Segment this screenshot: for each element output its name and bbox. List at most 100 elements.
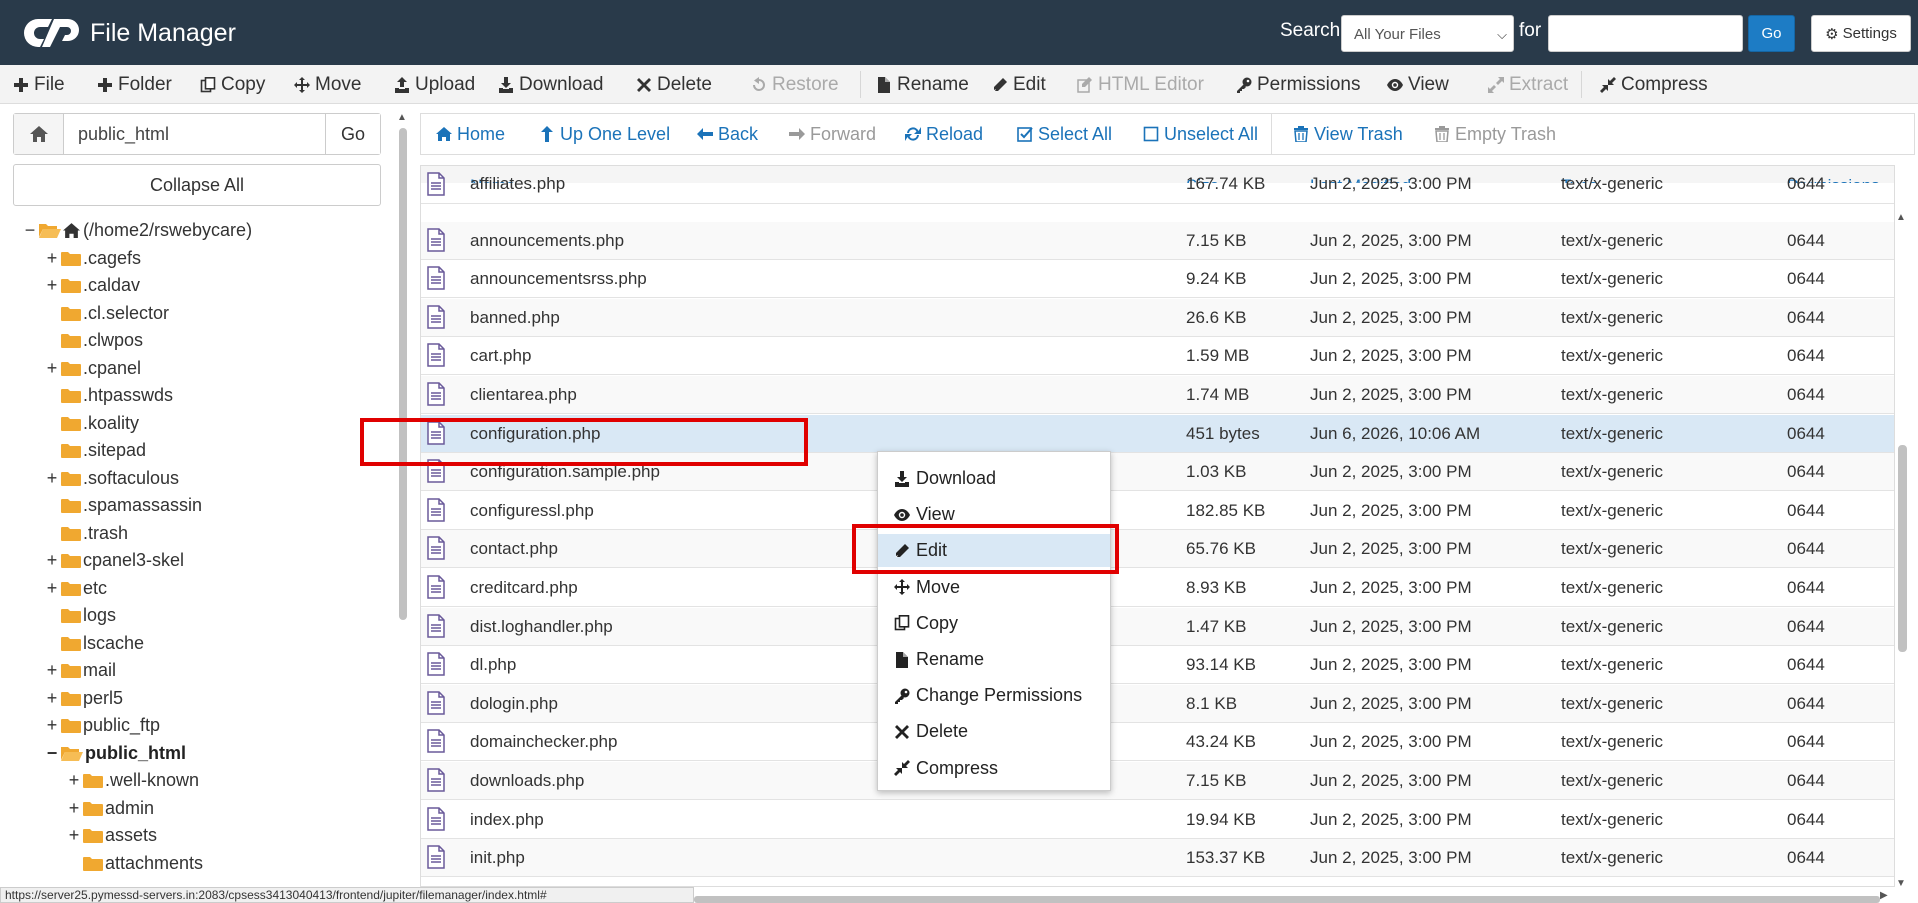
expand-icon[interactable]: +: [67, 798, 81, 819]
tree-item-spamassassin[interactable]: .spamassassin: [45, 492, 202, 519]
nav-up-one-level-button[interactable]: Up One Level: [539, 114, 670, 154]
left-scrollbar-thumb[interactable]: [399, 128, 407, 620]
search-input[interactable]: [1548, 15, 1743, 52]
expand-icon[interactable]: +: [45, 578, 59, 599]
expand-icon[interactable]: +: [45, 275, 59, 296]
tree-item-logs[interactable]: logs: [45, 602, 116, 629]
expand-icon[interactable]: +: [45, 468, 59, 489]
scroll-right-icon[interactable]: ▶: [1880, 890, 1888, 901]
collapse-icon[interactable]: −: [23, 220, 37, 241]
tree-item-perl5[interactable]: + perl5: [45, 685, 123, 712]
context-menu-rename[interactable]: Rename: [878, 643, 1110, 676]
scroll-up-icon[interactable]: ▲: [397, 112, 407, 123]
expand-icon[interactable]: +: [45, 715, 59, 736]
file-icon: [427, 498, 445, 522]
collapse-icon[interactable]: −: [45, 743, 59, 764]
expand-icon[interactable]: +: [45, 358, 59, 379]
context-menu-download[interactable]: Download: [878, 462, 1110, 495]
expand-icon[interactable]: +: [45, 248, 59, 269]
file-list-scrollbar-thumb[interactable]: [1898, 445, 1907, 652]
tree-item-label: public_ftp: [83, 715, 161, 735]
expand-icon[interactable]: +: [45, 550, 59, 571]
tree-item-htpasswds[interactable]: .htpasswds: [45, 382, 173, 409]
nav-unselect-all-button[interactable]: Unselect All: [1143, 114, 1258, 154]
toolbar-edit-button[interactable]: Edit: [992, 65, 1046, 104]
path-input[interactable]: public_html: [64, 114, 325, 154]
toolbar-permissions-button[interactable]: Permissions: [1236, 65, 1360, 104]
table-row[interactable]: domainchecker.php 43.24 KB Jun 2, 2025, 3:…: [421, 723, 1894, 762]
search-go-button[interactable]: Go: [1748, 15, 1795, 52]
table-row[interactable]: dl.php 93.14 KB Jun 2, 2025, 3:00 PM text/x…: [421, 646, 1894, 685]
table-row[interactable]: creditcard.php 8.93 KB Jun 2, 2025, 3:00 P…: [421, 569, 1894, 607]
tree-item-public-ftp[interactable]: + public_ftp: [45, 712, 160, 739]
tree-item-mail[interactable]: + mail: [45, 657, 116, 684]
table-row[interactable]: cart.php 1.59 MB Jun 2, 2025, 3:00 PM text/…: [421, 337, 1894, 376]
context-menu-delete[interactable]: Delete: [878, 715, 1110, 748]
tree-item-label: admin: [105, 797, 155, 818]
tree-item-etc[interactable]: + etc: [45, 575, 107, 602]
table-row[interactable]: dist.loghandler.php 1.47 KB Jun 2, 2025, 3…: [421, 607, 1894, 646]
tree-item-sitepad[interactable]: .sitepad: [45, 437, 146, 464]
tree-item-clwpos[interactable]: .clwpos: [45, 327, 143, 354]
table-row[interactable]: init.php 153.37 KB Jun 2, 2025, 3:00 PM tex…: [421, 839, 1894, 878]
scroll-up-icon[interactable]: ▲: [1896, 212, 1906, 223]
cpanel-logo[interactable]: File Manager: [24, 14, 236, 52]
tree-item-cl-selector[interactable]: .cl.selector: [45, 300, 169, 327]
nav-reload-button[interactable]: Reload: [905, 114, 983, 154]
tree-item-koality[interactable]: .koality: [45, 410, 139, 437]
tree-item-public-html[interactable]: − public_html: [45, 740, 186, 767]
tree-item-cagefs[interactable]: + .cagefs: [45, 245, 141, 272]
tree-item-admin[interactable]: + admin: [67, 795, 154, 822]
table-row[interactable]: announcementsrss.php 9.24 KB Jun 2, 2025, …: [421, 260, 1894, 299]
expand-icon[interactable]: +: [45, 688, 59, 709]
table-row[interactable]: dologin.php 8.1 KB Jun 2, 2025, 3:00 PM tex…: [421, 684, 1894, 723]
tree-item-attachments[interactable]: attachments: [67, 850, 203, 877]
tree-item-assets[interactable]: + assets: [67, 822, 157, 849]
tree-item-lscache[interactable]: lscache: [45, 630, 144, 657]
scroll-down-icon[interactable]: ▼: [1896, 878, 1906, 889]
home-icon[interactable]: [14, 114, 64, 154]
expand-icon[interactable]: +: [45, 660, 59, 681]
nav-home-button[interactable]: Home: [436, 114, 505, 154]
tree-item-trash[interactable]: .trash: [45, 520, 128, 547]
path-go-button[interactable]: Go: [325, 114, 380, 154]
toolbar-download-button[interactable]: Download: [498, 65, 604, 104]
cell-name: dologin.php: [470, 693, 558, 713]
tree-item-cpanel3-skel[interactable]: + cpanel3-skel: [45, 547, 184, 574]
tree-item-well-known[interactable]: + .well-known: [67, 767, 199, 794]
toolbar-upload-button[interactable]: Upload: [394, 65, 475, 104]
expand-icon[interactable]: +: [67, 825, 81, 846]
toolbar-copy-button[interactable]: Copy: [200, 65, 265, 104]
context-menu-compress[interactable]: Compress: [878, 752, 1110, 785]
horizontal-scrollbar[interactable]: [694, 896, 1880, 903]
collapse-all-button[interactable]: Collapse All: [13, 164, 381, 206]
expand-icon[interactable]: +: [67, 770, 81, 791]
nav-view-trash-button[interactable]: View Trash: [1293, 114, 1403, 154]
nav-select-all-button[interactable]: Select All: [1017, 114, 1112, 154]
table-row[interactable]: contact.php 65.76 KB Jun 2, 2025, 3:00 PM t…: [421, 530, 1894, 569]
table-row[interactable]: announcements.php 7.15 KB Jun 2, 2025, 3:0…: [421, 221, 1894, 260]
toolbar-file-button[interactable]: File: [13, 65, 65, 104]
toolbar-delete-button[interactable]: Delete: [636, 65, 712, 104]
tree-item-cpanel[interactable]: + .cpanel: [45, 355, 141, 382]
table-row[interactable]: index.php 19.94 KB Jun 2, 2025, 3:00 PM tex…: [421, 800, 1894, 839]
toolbar-compress-button[interactable]: Compress: [1600, 65, 1708, 104]
table-row[interactable]: configuressl.php 182.85 KB Jun 2, 2025, 3:…: [421, 491, 1894, 530]
toolbar-view-button[interactable]: View: [1387, 65, 1449, 104]
nav-back-button[interactable]: Back: [697, 114, 758, 154]
tree-item-home2-rswebycare[interactable]: − (/home2/rswebycare): [23, 217, 252, 244]
table-row[interactable]: banned.php 26.6 KB Jun 2, 2025, 3:00 PM tex…: [421, 298, 1894, 337]
context-menu-move[interactable]: Move: [878, 571, 1110, 604]
table-row[interactable]: downloads.php 7.15 KB Jun 2, 2025, 3:00 PM…: [421, 762, 1894, 800]
context-menu-change-permissions[interactable]: Change Permissions: [878, 679, 1110, 712]
tree-item-caldav[interactable]: + .caldav: [45, 272, 140, 299]
toolbar-move-button[interactable]: Move: [294, 65, 361, 104]
tree-item-softaculous[interactable]: + .softaculous: [45, 465, 179, 492]
settings-button[interactable]: ⚙ Settings: [1811, 15, 1911, 52]
toolbar-rename-button[interactable]: Rename: [876, 65, 969, 104]
table-row[interactable]: affiliates.php 167.74 KB Jun 2, 2025, 3:00…: [421, 172, 1894, 204]
search-scope-select[interactable]: All Your Files ⌵: [1341, 15, 1514, 52]
toolbar-folder-button[interactable]: Folder: [97, 65, 172, 104]
context-menu-copy[interactable]: Copy: [878, 607, 1110, 640]
table-row[interactable]: clientarea.php 1.74 MB Jun 2, 2025, 3:00 P…: [421, 376, 1894, 414]
